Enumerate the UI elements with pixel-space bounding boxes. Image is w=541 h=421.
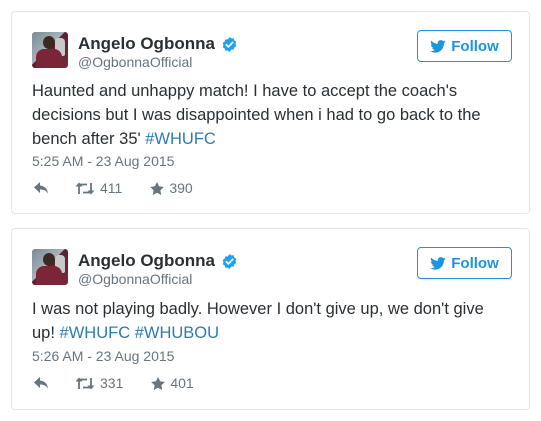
twitter-bird-icon xyxy=(430,256,446,270)
verified-badge-icon xyxy=(222,253,237,269)
tweet-timestamp[interactable]: 5:25 AM - 23 Aug 2015 xyxy=(32,153,174,169)
retweet-count: 331 xyxy=(100,375,124,391)
twitter-bird-icon xyxy=(430,39,446,53)
tweet-card: Angelo Ogbonna @OgbonnaOfficial Follow H… xyxy=(11,11,530,214)
like-count: 401 xyxy=(170,375,194,391)
like-button[interactable]: 401 xyxy=(151,375,194,391)
tweet-text: I was not playing badly. However I don't… xyxy=(32,297,511,345)
follow-button[interactable]: Follow xyxy=(417,30,512,62)
tweet-card: Angelo Ogbonna @OgbonnaOfficial Follow I… xyxy=(11,228,530,410)
hashtag-link[interactable]: #WHUFC xyxy=(145,130,216,148)
star-icon xyxy=(150,181,165,195)
retweet-button[interactable]: 331 xyxy=(75,375,123,391)
hashtag-link[interactable]: #WHUFC xyxy=(60,324,131,342)
avatar[interactable] xyxy=(32,32,68,68)
retweet-count: 411 xyxy=(100,180,123,196)
reply-button[interactable] xyxy=(34,377,50,389)
retweet-icon xyxy=(75,182,95,194)
tweet-text-body: Haunted and unhappy match! I have to acc… xyxy=(32,82,481,148)
author-name-text[interactable]: Angelo Ogbonna xyxy=(78,251,215,271)
tweet-timestamp[interactable]: 5:26 AM - 23 Aug 2015 xyxy=(32,348,174,364)
like-count: 390 xyxy=(169,180,193,196)
follow-label: Follow xyxy=(451,37,499,55)
avatar[interactable] xyxy=(32,249,68,285)
author-handle[interactable]: @OgbonnaOfficial xyxy=(78,54,192,70)
tweet-text: Haunted and unhappy match! I have to acc… xyxy=(32,79,511,151)
retweet-button[interactable]: 411 xyxy=(75,180,122,196)
verified-badge-icon xyxy=(222,36,237,52)
tweet-actions: 411 390 xyxy=(34,180,193,196)
tweet-actions: 331 401 xyxy=(34,375,194,391)
author-name[interactable]: Angelo Ogbonna xyxy=(78,34,238,54)
retweet-icon xyxy=(75,377,95,389)
hashtag-link[interactable]: #WHUBOU xyxy=(135,324,219,342)
like-button[interactable]: 390 xyxy=(150,180,193,196)
author-name-text[interactable]: Angelo Ogbonna xyxy=(78,34,215,54)
author-handle[interactable]: @OgbonnaOfficial xyxy=(78,271,192,287)
reply-icon xyxy=(34,377,48,389)
follow-button[interactable]: Follow xyxy=(417,247,512,279)
author-name[interactable]: Angelo Ogbonna xyxy=(78,251,238,271)
reply-icon xyxy=(34,182,48,194)
follow-label: Follow xyxy=(451,254,499,272)
reply-button[interactable] xyxy=(34,182,50,194)
star-icon xyxy=(151,376,166,390)
